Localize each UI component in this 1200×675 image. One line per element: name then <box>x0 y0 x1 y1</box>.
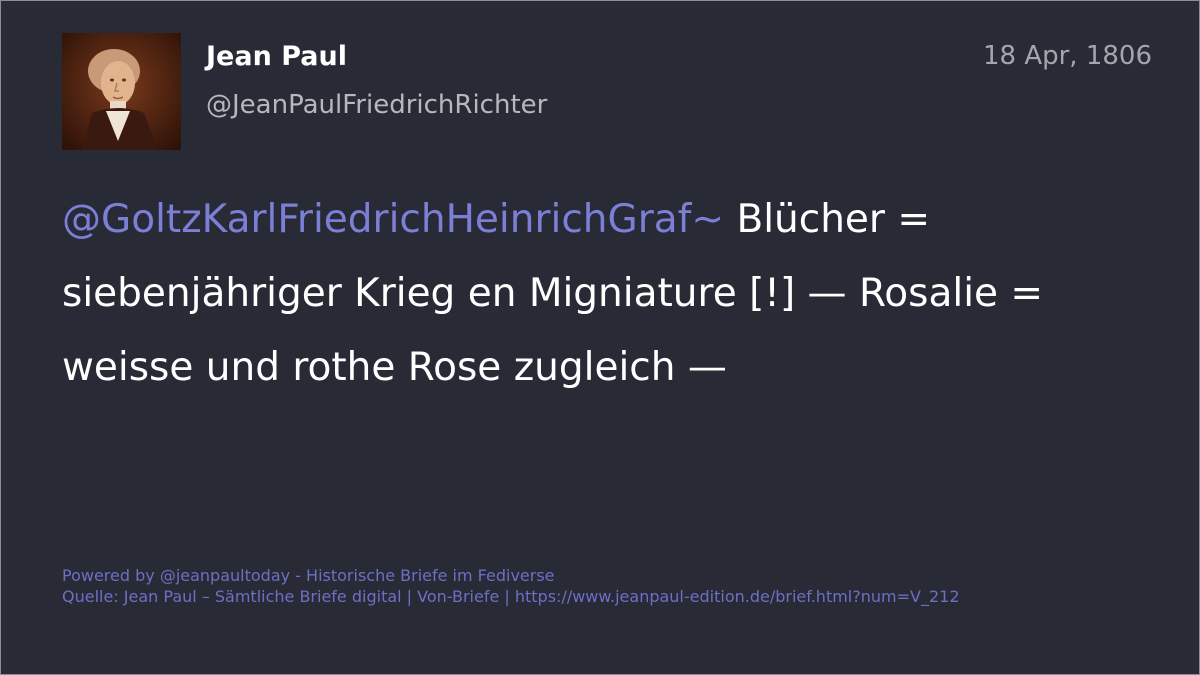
post-text: @GoltzKarlFriedrichHeinrichGraf~ Blücher… <box>62 183 1142 405</box>
mention-link[interactable]: @GoltzKarlFriedrichHeinrichGraf~ <box>62 197 724 242</box>
powered-by-text: Powered by @jeanpaultoday - Historische … <box>62 566 555 585</box>
post-date: 18 Apr, 1806 <box>982 41 1152 71</box>
author-handle[interactable]: @JeanPaulFriedrichRichter <box>206 90 547 120</box>
avatar[interactable] <box>62 33 181 150</box>
author-name[interactable]: Jean Paul <box>206 41 347 72</box>
source-text[interactable]: Quelle: Jean Paul – Sämtliche Briefe dig… <box>62 586 960 607</box>
post-card: Jean Paul @JeanPaulFriedrichRichter 18 A… <box>0 0 1200 675</box>
footer: Powered by @jeanpaultoday - Historische … <box>62 565 960 607</box>
portrait-icon <box>62 33 181 150</box>
